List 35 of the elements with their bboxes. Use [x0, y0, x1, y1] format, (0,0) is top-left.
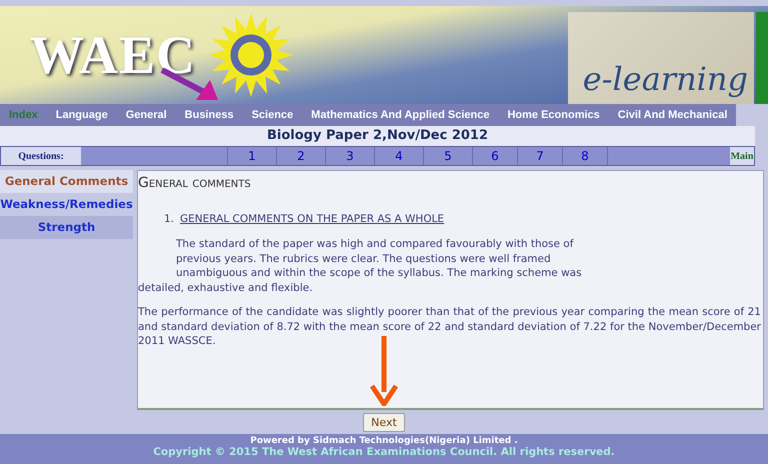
sun-emblem-icon: [208, 12, 294, 98]
elearning-logo: e-learning: [568, 12, 754, 104]
paragraph: The performance of the candidate was slightly poorer than that of the previous year comparing the mean score of 21 and standard deviation of 8.72 with the mean score of 22 and standard deviation of 7.22 for the November/December 2011 WASSCE.: [138, 305, 762, 348]
item-title: GENERAL COMMENTS ON THE PAPER AS A WHOLE: [180, 213, 444, 225]
question-link[interactable]: 5: [424, 147, 473, 165]
paragraph-line: detailed, exhaustive and flexible.: [138, 280, 314, 295]
sidebar-link[interactable]: General Comments: [0, 170, 133, 193]
powered-by-text: Powered by Sidmach Technologies(Nigeria) Limited .: [249, 435, 519, 446]
nav-link[interactable]: Civil And Mechanical: [608, 109, 736, 121]
nav-link[interactable]: Business: [176, 109, 243, 121]
nav-link[interactable]: Mathematics And Applied Science: [302, 109, 498, 121]
arrow-icon: [368, 334, 400, 406]
question-link[interactable]: 6: [473, 147, 518, 165]
nav-link[interactable]: General: [116, 109, 176, 121]
nav-link[interactable]: Language: [46, 109, 117, 121]
paragraph-line: unambiguous and within the scope of the syllabus. The marking scheme was: [176, 266, 583, 280]
next-button[interactable]: Next: [363, 412, 405, 432]
item-number: 1.: [164, 213, 174, 225]
paragraph-line: The standard of the paper was high and compared favourably with those of: [176, 237, 575, 252]
copyright-text: Copyright © 2015 The West African Examinations Council. All rights reserved.: [152, 446, 616, 458]
sidebar-link[interactable]: Strength: [0, 216, 133, 239]
page-title: Biology Paper 2,Nov/Dec 2012: [0, 126, 755, 146]
paragraph-line: previous years. The rubrics were clear. The questions were well framed: [176, 252, 552, 266]
question-link[interactable]: 3: [326, 147, 375, 165]
questions-label: Questions:: [1, 147, 81, 165]
logo-text: WAEC: [30, 24, 196, 86]
question-link[interactable]: 4: [375, 147, 424, 165]
question-link[interactable]: 7: [518, 147, 563, 165]
section-heading: General comments: [138, 175, 252, 191]
question-link[interactable]: 8: [563, 147, 608, 165]
nav-link[interactable]: Home Economics: [498, 109, 609, 121]
nav-link[interactable]: Science: [242, 109, 302, 121]
main-link[interactable]: Main: [730, 147, 754, 165]
question-link[interactable]: 1: [228, 147, 277, 165]
question-link[interactable]: 2: [277, 147, 326, 165]
